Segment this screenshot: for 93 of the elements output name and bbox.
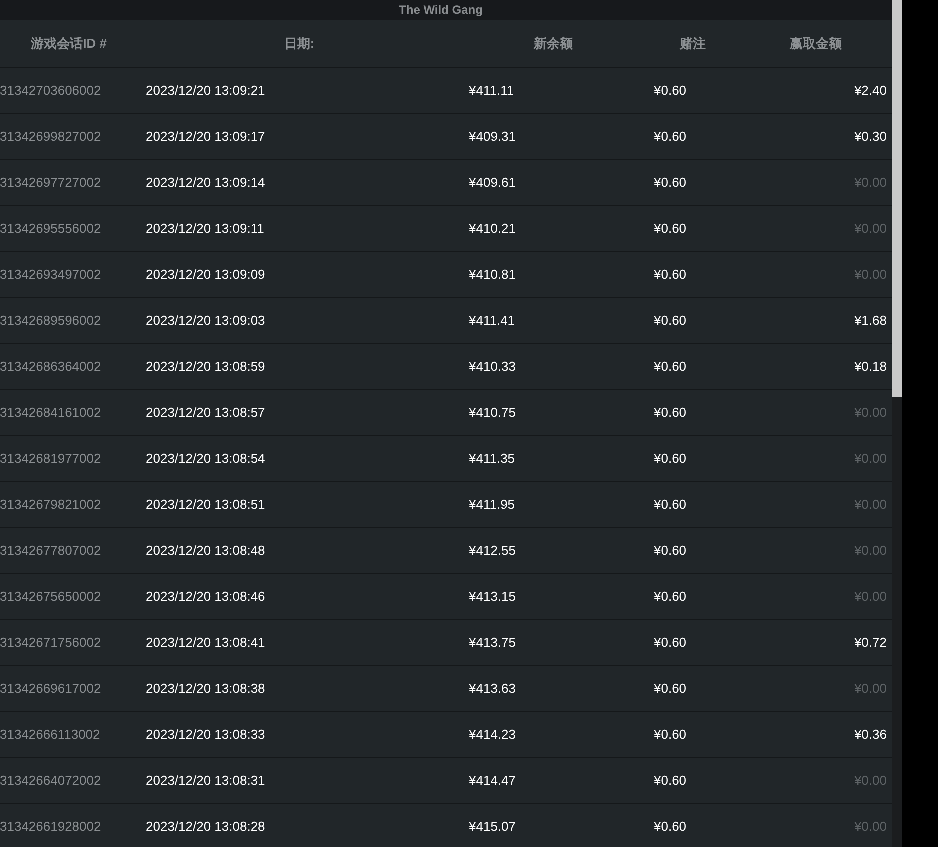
bet-cell-text: ¥0.60: [653, 451, 688, 466]
date-cell-text: 2023/12/20 13:08:51: [145, 497, 266, 512]
win-cell-text: ¥0.18: [853, 359, 888, 374]
session-id-cell-text: 31342664072002: [0, 773, 102, 788]
date-cell-text: 2023/12/20 13:08:28: [145, 819, 266, 834]
win-cell-text: ¥0.00: [853, 819, 888, 834]
scrollbar-thumb[interactable]: [892, 0, 902, 397]
session-id-cell-text: 31342669617002: [0, 681, 102, 696]
balance-cell-text: ¥411.11: [468, 83, 516, 98]
balance-cell-text: ¥411.41: [468, 313, 516, 328]
session-id-cell-text: 31342693497002: [0, 267, 102, 282]
bet-cell-text: ¥0.60: [653, 129, 688, 144]
bet-cell-text: ¥0.60: [653, 405, 688, 420]
date-cell-text: 2023/12/20 13:08:41: [145, 635, 266, 650]
date-cell-text: 2023/12/20 13:08:46: [145, 589, 266, 604]
win-cell-text: ¥0.30: [853, 129, 888, 144]
session-id-cell-text: 31342666113002: [0, 727, 102, 742]
date-cell-text: 2023/12/20 13:09:21: [145, 83, 266, 98]
session-id-cell-text: 31342684161002: [0, 405, 102, 420]
bet-cell-text: ¥0.60: [653, 175, 688, 190]
column-header: 新余额: [533, 34, 574, 52]
balance-cell-text: ¥410.21: [468, 221, 517, 236]
date-cell-text: 2023/12/20 13:08:59: [145, 359, 266, 374]
bet-cell-text: ¥0.60: [653, 497, 688, 512]
win-cell-text: ¥0.00: [853, 773, 888, 788]
bet-cell-text: ¥0.60: [653, 83, 688, 98]
scrollbar[interactable]: [892, 0, 902, 847]
bet-cell-text: ¥0.60: [653, 359, 688, 374]
date-cell-text: 2023/12/20 13:08:57: [145, 405, 266, 420]
column-header: 游戏会话ID #: [30, 34, 108, 52]
bet-cell-text: ¥0.60: [653, 727, 688, 742]
bet-cell-text: ¥0.60: [653, 819, 688, 834]
balance-cell-text: ¥413.15: [468, 589, 517, 604]
balance-cell-text: ¥413.75: [468, 635, 517, 650]
session-id-cell-text: 31342703606002: [0, 83, 102, 98]
bet-cell-text: ¥0.60: [653, 589, 688, 604]
balance-cell-text: ¥414.23: [468, 727, 517, 742]
session-id-cell-text: 31342671756002: [0, 635, 102, 650]
session-id-cell-text: 31342681977002: [0, 451, 102, 466]
bet-cell-text: ¥0.60: [653, 543, 688, 558]
date-cell-text: 2023/12/20 13:09:03: [145, 313, 266, 328]
session-id-cell-text: 31342679821002: [0, 497, 102, 512]
balance-cell-text: ¥411.35: [468, 451, 516, 466]
date-cell-text: 2023/12/20 13:08:38: [145, 681, 266, 696]
win-cell-text: ¥0.00: [853, 221, 888, 236]
balance-cell-text: ¥414.47: [468, 773, 517, 788]
session-id-cell-text: 31342697727002: [0, 175, 102, 190]
balance-cell-text: ¥410.75: [468, 405, 517, 420]
balance-cell-text: ¥409.61: [468, 175, 517, 190]
win-cell-text: ¥0.00: [853, 589, 888, 604]
date-cell-text: 2023/12/20 13:08:48: [145, 543, 266, 558]
win-cell-text: ¥0.36: [853, 727, 888, 742]
balance-cell-text: ¥411.95: [468, 497, 516, 512]
balance-cell-text: ¥413.63: [468, 681, 517, 696]
win-cell-text: ¥0.00: [853, 405, 888, 420]
balance-cell-text: ¥412.55: [468, 543, 517, 558]
session-id-cell-text: 31342699827002: [0, 129, 102, 144]
win-cell-text: ¥0.00: [853, 497, 888, 512]
balance-cell-text: ¥415.07: [468, 819, 517, 834]
win-cell-text: ¥0.00: [853, 451, 888, 466]
column-header: 赢取金额: [789, 34, 843, 52]
bet-cell-text: ¥0.60: [653, 681, 688, 696]
session-id-cell-text: 31342677807002: [0, 543, 102, 558]
bet-cell-text: ¥0.60: [653, 635, 688, 650]
date-cell-text: 2023/12/20 13:08:54: [145, 451, 266, 466]
date-cell-text: 2023/12/20 13:08:33: [145, 727, 266, 742]
balance-cell-text: ¥410.81: [468, 267, 517, 282]
bet-cell-text: ¥0.60: [653, 773, 688, 788]
date-cell-text: 2023/12/20 13:09:17: [145, 129, 266, 144]
win-cell-text: ¥0.00: [853, 267, 888, 282]
win-cell-text: ¥0.00: [853, 681, 888, 696]
balance-cell-text: ¥409.31: [468, 129, 517, 144]
date-cell-text: 2023/12/20 13:08:31: [145, 773, 266, 788]
bet-cell-text: ¥0.60: [653, 267, 688, 282]
win-cell-text: ¥2.40: [853, 83, 888, 98]
win-cell-text: ¥0.72: [853, 635, 888, 650]
column-header: 日期:: [283, 34, 316, 52]
win-cell-text: ¥0.00: [853, 543, 888, 558]
date-cell-text: 2023/12/20 13:09:11: [145, 221, 266, 236]
column-header: 赌注: [679, 34, 707, 52]
date-cell-text: 2023/12/20 13:09:09: [145, 267, 266, 282]
session-id-cell-text: 31342686364002: [0, 359, 102, 374]
bet-cell-text: ¥0.60: [653, 313, 688, 328]
bet-cell-text: ¥0.60: [653, 221, 688, 236]
session-id-cell-text: 31342695556002: [0, 221, 102, 236]
date-cell-text: 2023/12/20 13:09:14: [145, 175, 266, 190]
game-title: The Wild Gang: [399, 3, 483, 17]
balance-cell-text: ¥410.33: [468, 359, 517, 374]
session-id-cell-text: 31342689596002: [0, 313, 102, 328]
session-id-cell-text: 31342675650002: [0, 589, 102, 604]
win-cell-text: ¥0.00: [853, 175, 888, 190]
win-cell-text: ¥1.68: [853, 313, 888, 328]
session-id-cell-text: 31342661928002: [0, 819, 102, 834]
